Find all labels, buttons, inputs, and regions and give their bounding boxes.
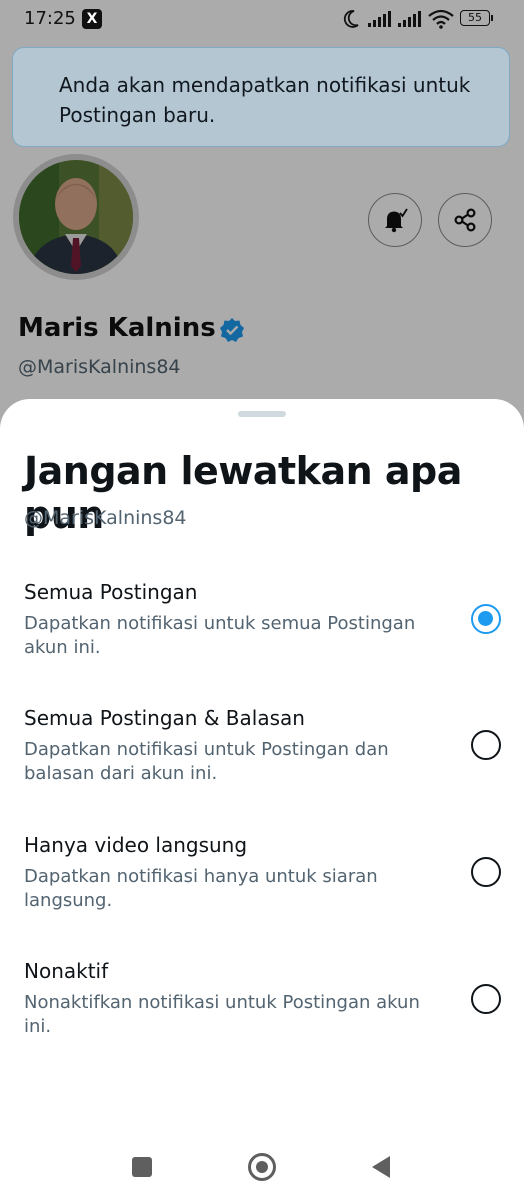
toast-message: Anda akan mendapatkan notifikasi untuk P… — [59, 73, 471, 127]
option-description: Dapatkan notifikasi untuk Postingan dan … — [24, 739, 389, 784]
radio-live-video-only[interactable] — [471, 857, 501, 887]
battery-tip — [491, 15, 493, 21]
option-description: Nonaktifkan notifikasi untuk Postingan a… — [24, 992, 420, 1037]
option-title: Semua Postingan & Balasan — [24, 706, 305, 730]
option-title: Hanya video langsung — [24, 833, 248, 857]
option-off[interactable]: Nonaktif Nonaktifkan notifikasi untuk Po… — [0, 959, 524, 1069]
sheet-handle: @MarisKalnins84 — [24, 507, 187, 529]
battery-level: 55 — [468, 11, 482, 24]
x-logo-icon: X — [82, 9, 102, 29]
option-title: Semua Postingan — [24, 580, 198, 604]
system-nav-bar — [0, 1130, 524, 1200]
signal-icon — [398, 11, 421, 27]
moon-icon — [343, 10, 359, 28]
option-title: Nonaktif — [24, 959, 109, 983]
signal-icon — [368, 11, 391, 27]
radio-off[interactable] — [471, 984, 501, 1014]
option-live-video-only[interactable]: Hanya video langsung Dapatkan notifikasi… — [0, 833, 524, 943]
radio-posts-and-replies[interactable] — [471, 730, 501, 760]
notification-settings-sheet: Jangan lewatkan apa pun @MarisKalnins84 … — [0, 399, 524, 1200]
option-description: Dapatkan notifikasi hanya untuk siaran l… — [24, 866, 378, 911]
option-description: Dapatkan notifikasi untuk semua Postinga… — [24, 613, 416, 658]
home-icon[interactable] — [248, 1153, 276, 1181]
radio-all-posts[interactable] — [471, 604, 501, 634]
status-bar: 17:25 X 55 — [0, 0, 524, 40]
wifi-icon — [428, 9, 454, 29]
recent-apps-icon[interactable] — [132, 1157, 152, 1177]
status-time: 17:25 — [24, 8, 76, 29]
notification-toast[interactable]: Anda akan mendapatkan notifikasi untuk P… — [12, 47, 510, 147]
option-all-posts[interactable]: Semua Postingan Dapatkan notifikasi untu… — [0, 580, 524, 690]
back-icon[interactable] — [370, 1154, 392, 1180]
drag-handle[interactable] — [238, 411, 286, 417]
option-posts-and-replies[interactable]: Semua Postingan & Balasan Dapatkan notif… — [0, 706, 524, 816]
battery-icon: 55 — [460, 10, 490, 26]
